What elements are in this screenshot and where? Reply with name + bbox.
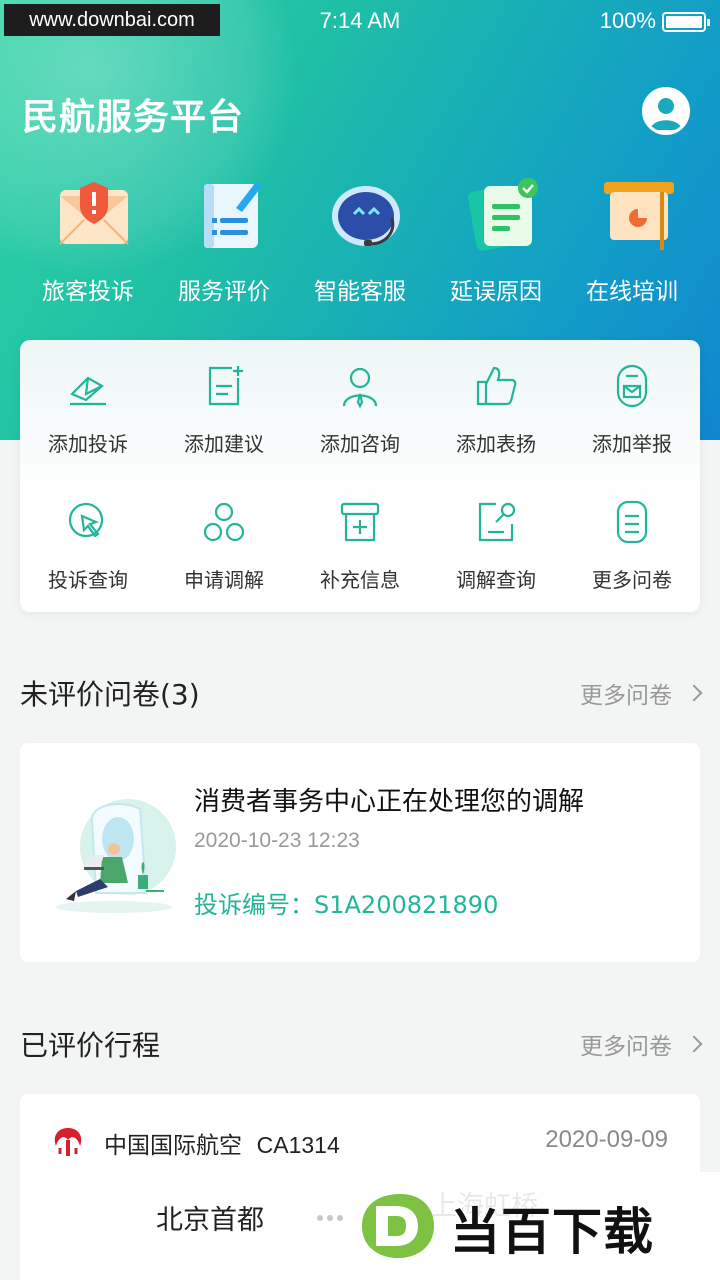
more-survey-icon bbox=[616, 500, 648, 544]
more-link-label: 更多问卷 bbox=[580, 683, 672, 709]
complaint-number: 投诉编号：S1A200821890 bbox=[194, 891, 499, 919]
add-praise-icon bbox=[476, 366, 517, 406]
pending-survey-card[interactable]: 消费者事务中心正在处理您的调解 2020-10-23 12:23 投诉编号：S1… bbox=[20, 743, 700, 962]
add-complaint-button[interactable]: 添加投诉 bbox=[20, 340, 156, 476]
battery-percent: 100% bbox=[599, 8, 656, 33]
nav-online-training[interactable]: 在线培训 bbox=[564, 172, 700, 312]
battery-icon bbox=[662, 12, 710, 32]
add-consult-button[interactable]: 添加咨询 bbox=[292, 340, 428, 476]
nav-label: 服务评价 bbox=[178, 279, 270, 305]
action-label: 调解查询 bbox=[456, 568, 536, 592]
nav-label: 在线培训 bbox=[586, 279, 678, 305]
more-link-label: 更多问卷 bbox=[580, 1034, 672, 1060]
add-complaint-icon bbox=[70, 376, 106, 406]
action-label: 补充信息 bbox=[320, 568, 400, 592]
action-label: 申请调解 bbox=[184, 568, 264, 592]
supplement-info-button[interactable]: 补充信息 bbox=[292, 476, 428, 612]
evaluation-notebook-icon bbox=[204, 182, 262, 248]
flight-number: CA1314 bbox=[256, 1132, 340, 1158]
rated-more-link[interactable]: 更多问卷 bbox=[580, 1027, 703, 1061]
action-label: 添加举报 bbox=[592, 432, 672, 456]
chevron-right-icon bbox=[685, 684, 703, 702]
pending-title: 消费者事务中心正在处理您的调解 bbox=[194, 787, 585, 817]
more-survey-button[interactable]: 更多问卷 bbox=[564, 476, 700, 612]
mediation-query-button[interactable]: 调解查询 bbox=[428, 476, 564, 612]
pending-survey-title: 未评价问卷(3) bbox=[20, 678, 200, 711]
rated-trips-title: 已评价行程 bbox=[20, 1029, 161, 1062]
action-label: 更多问卷 bbox=[592, 568, 672, 592]
add-consult-icon bbox=[342, 367, 378, 408]
delay-document-icon bbox=[468, 178, 538, 251]
add-suggestion-button[interactable]: 添加建议 bbox=[156, 340, 292, 476]
nav-label: 智能客服 bbox=[314, 279, 406, 305]
action-label: 添加投诉 bbox=[48, 432, 128, 456]
departure-city: 北京首都 bbox=[156, 1205, 264, 1236]
page-title: 民航服务平台 bbox=[22, 97, 245, 138]
nav-delay-reason[interactable]: 延误原因 bbox=[428, 172, 564, 312]
brand-logo-icon bbox=[362, 1194, 434, 1258]
top-nav: 旅客投诉 服务评价 智能客服 延误原因 在线培训 bbox=[0, 172, 720, 312]
supplement-info-icon bbox=[340, 502, 380, 542]
mediation-query-icon bbox=[478, 502, 516, 542]
add-report-icon bbox=[616, 364, 648, 408]
nav-smart-service[interactable]: 智能客服 bbox=[292, 172, 428, 312]
air-china-logo-icon bbox=[54, 1128, 82, 1156]
airline-flight: 中国国际航空 CA1314 bbox=[104, 1126, 340, 1160]
nav-label: 延误原因 bbox=[450, 279, 542, 305]
apply-mediation-icon bbox=[203, 502, 245, 542]
action-label: 添加表扬 bbox=[456, 432, 536, 456]
pending-timestamp: 2020-10-23 12:23 bbox=[194, 829, 360, 852]
complaint-query-button[interactable]: 投诉查询 bbox=[20, 476, 156, 612]
action-label: 添加咨询 bbox=[320, 432, 400, 456]
passenger-illustration bbox=[56, 799, 176, 913]
add-suggestion-icon bbox=[208, 366, 243, 406]
robot-service-icon bbox=[332, 186, 400, 246]
chevron-right-icon bbox=[685, 1035, 703, 1053]
training-board-icon bbox=[604, 182, 674, 250]
pending-more-link[interactable]: 更多问卷 bbox=[580, 676, 703, 710]
apply-mediation-button[interactable]: 申请调解 bbox=[156, 476, 292, 612]
complaint-query-icon bbox=[68, 502, 104, 538]
action-label: 投诉查询 bbox=[48, 568, 128, 592]
complaint-letter-icon bbox=[59, 182, 129, 245]
add-report-button[interactable]: 添加举报 bbox=[564, 340, 700, 476]
airline-name: 中国国际航空 bbox=[104, 1133, 242, 1159]
action-label: 添加建议 bbox=[184, 432, 264, 456]
user-avatar-icon[interactable] bbox=[642, 87, 690, 135]
brand-watermark-text: 当百下载 bbox=[450, 1203, 654, 1261]
nav-label: 旅客投诉 bbox=[42, 279, 134, 305]
quick-actions-card: 添加投诉 添加建议 添加咨询 添加表扬 添加举报 投诉查询 申请调解 补充信息 … bbox=[20, 340, 700, 612]
trip-date: 2020-09-09 bbox=[545, 1126, 668, 1153]
status-bar: www.downbai.com 7:14 AM 100% bbox=[0, 0, 720, 42]
nav-service-evaluation[interactable]: 服务评价 bbox=[156, 172, 292, 312]
nav-passenger-complaint[interactable]: 旅客投诉 bbox=[20, 172, 156, 312]
add-praise-button[interactable]: 添加表扬 bbox=[428, 340, 564, 476]
